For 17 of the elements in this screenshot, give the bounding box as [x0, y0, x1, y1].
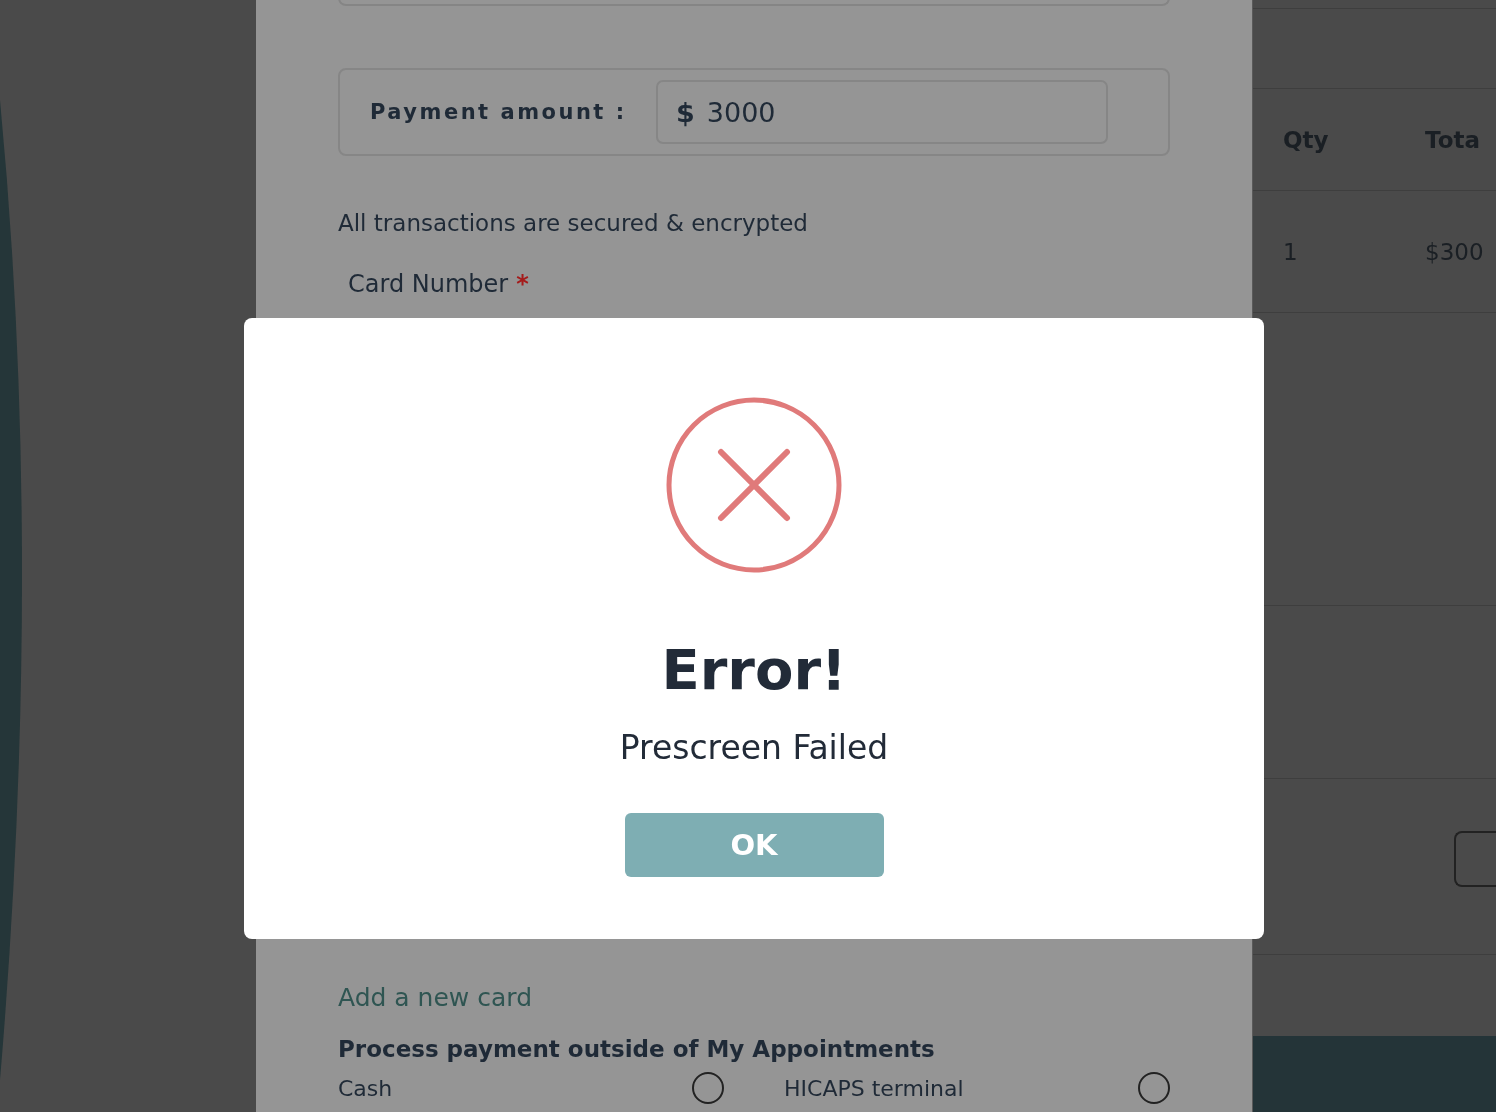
- option-label: HICAPS terminal: [784, 1075, 964, 1101]
- payment-amount-label: Payment amount :: [370, 100, 628, 124]
- radio-button[interactable]: [692, 1072, 724, 1104]
- amount-value: 3000: [706, 96, 776, 128]
- currency-symbol: $: [676, 96, 695, 128]
- radio-button[interactable]: [1138, 1072, 1170, 1104]
- ok-button[interactable]: OK: [624, 813, 884, 877]
- required-mark: *: [516, 270, 529, 298]
- dialog-message: Prescreen Failed: [619, 728, 889, 767]
- card-number-label: Card Number: [348, 270, 509, 298]
- security-note: All transactions are secured & encrypted: [338, 210, 809, 236]
- section-heading: Process payment outside of My Appointments: [338, 1036, 936, 1062]
- option-label: Cash: [338, 1075, 393, 1101]
- payment-amount-field[interactable]: $ 3000: [656, 80, 1108, 144]
- dialog-title: Error!: [661, 637, 847, 702]
- error-icon: [666, 397, 842, 573]
- add-card-link[interactable]: Add a new card: [338, 983, 532, 1012]
